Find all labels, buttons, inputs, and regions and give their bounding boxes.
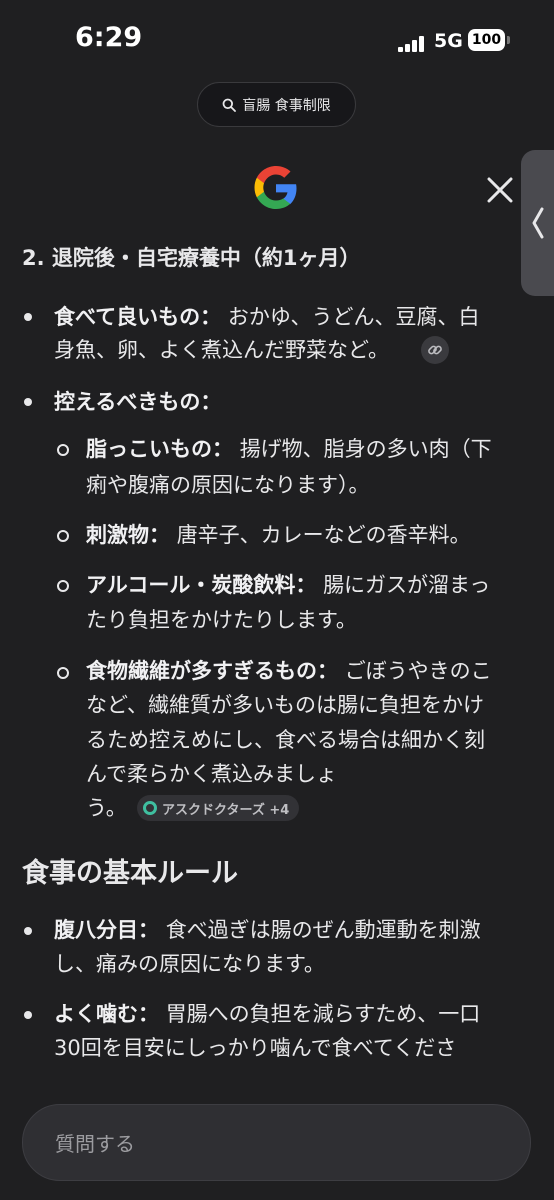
alcohol-text-1: 腸にガスが溜まっ [323,573,491,597]
ask-input-placeholder: 質問する [55,1132,135,1156]
rule-2-label: よく噛む： [54,1002,159,1026]
network-label: 5G [434,30,463,52]
fiber-line-1: 食物繊維が多すぎるもの： ごぼうやきのこ [86,655,492,687]
fatty-foods-text-2: 痢や腹痛の原因になります）。 [86,473,370,497]
rule-2-text-2: 30回を目安にしっかり噛んで食べてくださ [54,1036,457,1060]
source-chip-label: アスクドクターズ +4 [162,802,290,818]
bullet-dot [24,398,32,406]
fiber-text-5: う。 [86,796,127,820]
rule-2-line-1: よく噛む： 胃腸への負担を減らすため、一口 [54,998,480,1030]
good-foods-text-2: 身魚、卵、よく煮込んだ野菜など。 [54,338,389,362]
fiber-text-1: ごぼうやきのこ [344,659,492,683]
citation-link-button[interactable] [421,336,449,364]
sub-bullet-ring [57,667,69,679]
side-panel-handle[interactable] [521,150,554,296]
signal-icon [398,36,424,52]
spicy-foods-label: 刺激物： [86,523,170,547]
good-foods-text-1: おかゆ、うどん、豆腐、白 [227,305,480,329]
alcohol-text-2: たり負担をかけたりします。 [86,608,357,632]
fatty-foods-text-1: 揚げ物、脂身の多い肉（下 [239,437,492,461]
rule-1-text-2: し、痛みの原因になります。 [54,952,325,976]
close-icon[interactable] [482,172,518,208]
fatty-foods-label: 脂っこいもの： [86,437,233,461]
source-logo-icon [143,801,157,815]
search-query-pill[interactable]: 盲腸 食事制限 [197,82,356,127]
search-icon [222,98,237,112]
fiber-text-4: んで柔らかく煮込みましょ [86,762,337,786]
rule-1-text-1: 食べ過ぎは腸のぜん動運動を刺激 [165,918,481,942]
ask-input[interactable]: 質問する [22,1104,531,1181]
battery-nub [507,36,510,44]
good-foods-line-1: 食べて良いもの： おかゆ、うどん、豆腐、白 [54,301,479,333]
rule-2-text-1: 胃腸への負担を減らすため、一口 [165,1002,481,1026]
battery-level: 100 [468,29,505,51]
sub-bullet-ring [57,530,69,542]
good-foods-label: 食べて良いもの： [54,305,222,329]
bullet-dot [24,1011,32,1019]
avoid-foods-label: 控えるべきもの： [54,390,222,414]
sub-bullet-ring [57,444,69,456]
fiber-text-2: など、繊維質が多いものは腸に負担をかけ [86,693,484,717]
link-icon [428,345,442,355]
fatty-foods-line-1: 脂っこいもの： 揚げ物、脂身の多い肉（下 [86,433,492,465]
status-time: 6:29 [75,22,143,53]
google-g-logo-icon [254,166,297,209]
status-bar: 6:29 5G 100 [0,0,554,80]
bullet-dot [24,313,32,321]
rules-section-title: 食事の基本ルール [22,858,238,889]
rule-1-line-1: 腹八分目： 食べ過ぎは腸のぜん動運動を刺激 [54,914,481,946]
fiber-text-3: るため控えめにし、食べる場合は細かく刻 [86,728,485,752]
bullet-dot [24,927,32,935]
section-heading: 2. 退院後・自宅療養中（約1ヶ月） [22,246,361,270]
search-query-text: 盲腸 食事制限 [242,97,331,114]
fiber-label: 食物繊維が多すぎるもの： [86,659,338,683]
sub-bullet-ring [57,580,69,592]
spicy-foods-text-1: 唐辛子、カレーなどの香辛料。 [176,523,471,547]
chevron-left-icon [532,207,544,239]
alcohol-label: アルコール・炭酸飲料： [86,573,317,597]
alcohol-line-1: アルコール・炭酸飲料： 腸にガスが溜まっ [86,569,490,601]
source-chip[interactable]: アスクドクターズ +4 [137,795,300,821]
spicy-foods-line-1: 刺激物： 唐辛子、カレーなどの香辛料。 [86,519,471,551]
rule-1-label: 腹八分目： [54,918,159,942]
